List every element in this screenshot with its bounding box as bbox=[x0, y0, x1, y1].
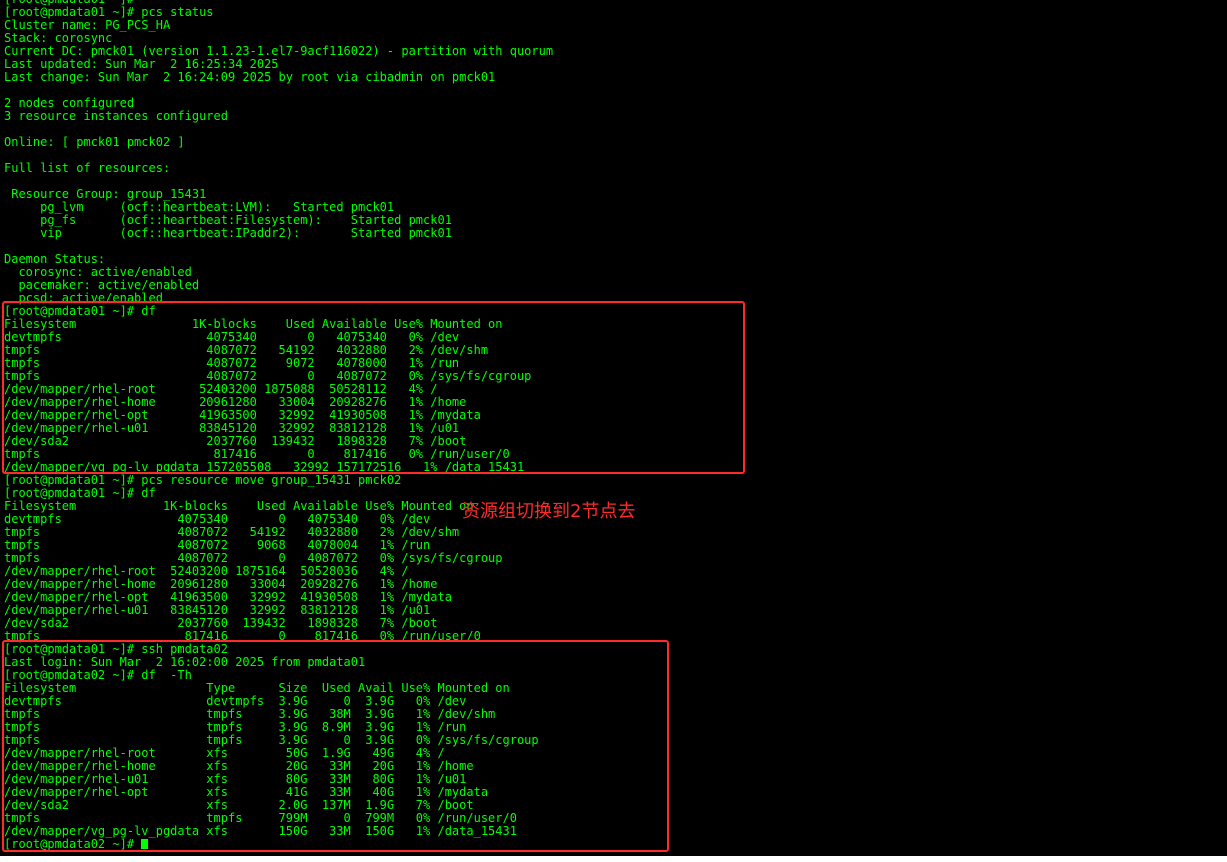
terminal-line: Online: [ pmck01 pmck02 ] bbox=[4, 135, 185, 149]
terminal-window[interactable]: [root@pmdata01 ~]#[root@pmdata01 ~]# pcs… bbox=[0, 0, 1227, 862]
window-bottom-edge bbox=[0, 856, 1227, 862]
terminal-line: vip (ocf::heartbeat:IPaddr2): Started pm… bbox=[4, 226, 452, 240]
highlight-box-df-node2 bbox=[2, 640, 669, 852]
highlight-box-df-node1 bbox=[2, 301, 745, 474]
terminal-line: Last change: Sun Mar 2 16:24:09 2025 by … bbox=[4, 70, 496, 84]
terminal-line: Full list of resources: bbox=[4, 161, 171, 175]
annotation-text: 资源组切换到2节点去 bbox=[462, 501, 636, 522]
terminal-line: 3 resource instances configured bbox=[4, 109, 228, 123]
